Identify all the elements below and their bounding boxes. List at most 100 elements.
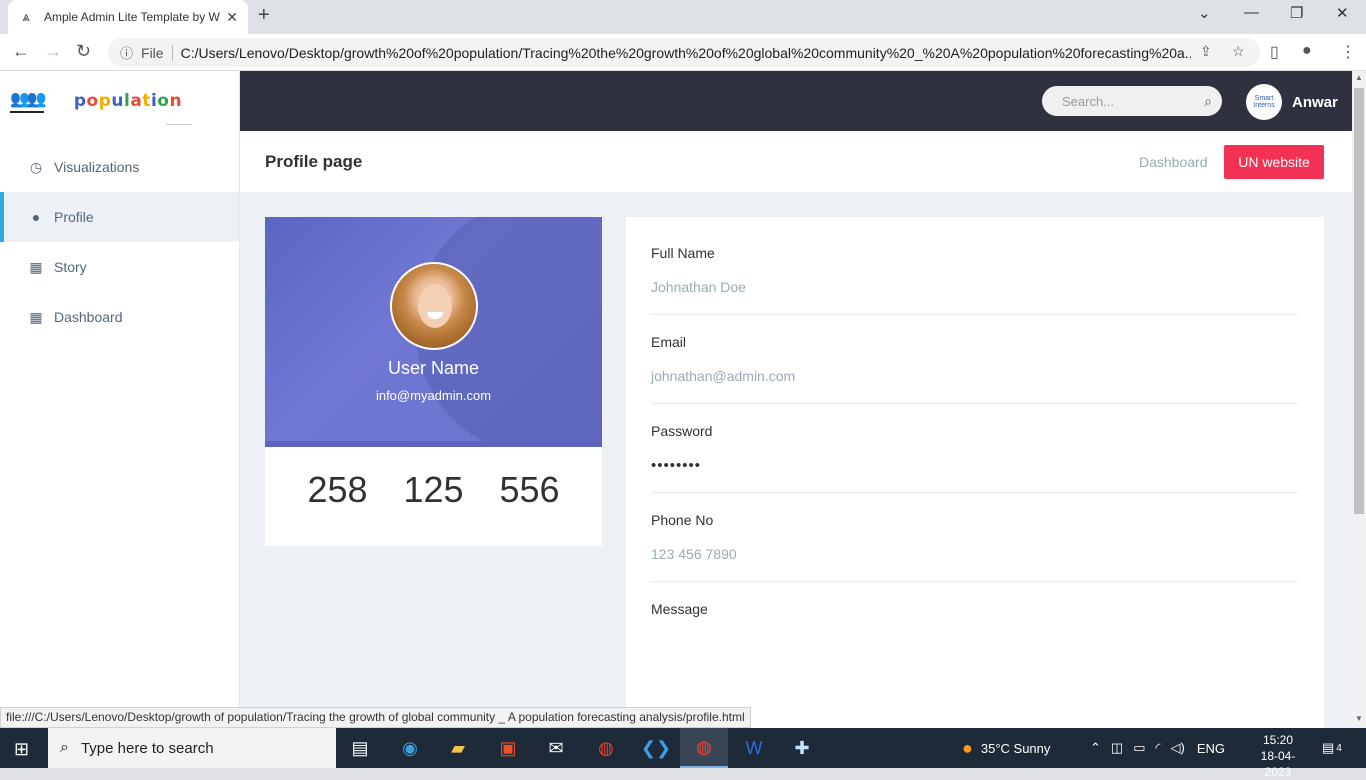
file-explorer-icon[interactable]: ▰: [434, 728, 482, 768]
scrollbar-thumb[interactable]: [1354, 88, 1364, 514]
minimize-icon[interactable]: —: [1244, 4, 1259, 21]
network-icon[interactable]: ◫: [1111, 740, 1123, 756]
phone-input[interactable]: 123 456 7890: [651, 546, 1299, 582]
phone-field: Phone No 123 456 7890: [651, 512, 1299, 582]
user-icon: ●: [31, 209, 41, 225]
vscode-icon[interactable]: ❮❯: [632, 728, 680, 768]
mail-icon[interactable]: ✉: [532, 728, 580, 768]
weather-text: 35°C Sunny: [980, 740, 1051, 756]
sidebar-item-label: Profile: [54, 209, 94, 225]
taskbar-search[interactable]: ⌕ Type here to search: [48, 728, 336, 768]
brand-logo-text: population: [73, 91, 183, 111]
un-website-button[interactable]: UN website: [1224, 145, 1324, 179]
field-label: Password: [651, 423, 713, 439]
sidebar-item-dashboard[interactable]: ▦ Dashboard: [0, 292, 239, 342]
page-scrollbar[interactable]: ▲ ▼: [1352, 71, 1366, 728]
info-icon[interactable]: ⓘ: [120, 43, 133, 62]
battery-icon[interactable]: ▭: [1133, 740, 1145, 756]
avatar: Smart Interns: [1246, 84, 1282, 120]
notification-icon: ▤: [1322, 740, 1335, 755]
sidebar: 👥👥 population ◷ Visualizations ● Profile…: [0, 71, 240, 728]
scroll-down-icon[interactable]: ▼: [1355, 714, 1363, 723]
browser-toolbar: ← → ↻ ⓘ File C:/Users/Lenovo/Desktop/gro…: [0, 34, 1366, 71]
new-tab-icon[interactable]: +: [258, 4, 270, 27]
notification-center[interactable]: ▤ 4: [1322, 728, 1342, 768]
task-view-icon[interactable]: ▤: [336, 728, 384, 768]
page-favicon-icon: ⩓: [22, 9, 30, 24]
close-window-icon[interactable]: ✕: [1336, 4, 1349, 22]
address-bar[interactable]: ⓘ File C:/Users/Lenovo/Desktop/growth%20…: [108, 38, 1260, 67]
sidebar-item-story[interactable]: ▦ Story: [0, 242, 239, 292]
browser-tab[interactable]: ⩓ Ample Admin Lite Template by W ✕: [8, 0, 248, 34]
back-icon[interactable]: ←: [12, 41, 30, 62]
field-label: Message: [651, 601, 708, 617]
taskbar-search-placeholder: Type here to search: [80, 739, 214, 757]
side-panel-icon[interactable]: ▯: [1270, 42, 1279, 62]
search-icon: ⌕: [60, 739, 69, 756]
profile-banner: User Name info@myadmin.com: [265, 217, 602, 447]
brand-underline: [166, 124, 192, 125]
share-icon[interactable]: ⇪: [1200, 43, 1212, 60]
store-icon[interactable]: ▣: [484, 728, 532, 768]
stat-value: 125: [403, 469, 464, 510]
tab-strip: ⩓ Ample Admin Lite Template by W ✕ + ⌄ —…: [0, 0, 1366, 34]
field-label: Full Name: [651, 245, 715, 261]
bookmark-star-icon[interactable]: ☆: [1232, 43, 1245, 60]
chrome-icon[interactable]: ◍: [582, 728, 630, 768]
scroll-up-icon[interactable]: ▲: [1355, 73, 1363, 82]
password-field: Password ••••••••: [651, 423, 1299, 493]
field-label: Phone No: [651, 512, 714, 528]
full-name-field: Full Name Johnathan Doe: [651, 245, 1299, 315]
profile-card: User Name info@myadmin.com 258 125 556: [265, 217, 602, 546]
full-name-input[interactable]: Johnathan Doe: [651, 279, 1299, 315]
sidebar-item-label: Story: [54, 259, 87, 275]
top-navbar: Search... ⌕ Smart Interns Anwar: [240, 71, 1352, 131]
menu-icon[interactable]: ⋮: [1340, 42, 1356, 62]
clock-icon: ◷: [29, 158, 43, 175]
sidebar-item-label: Dashboard: [54, 309, 123, 325]
search-icon[interactable]: ⌕: [1204, 93, 1212, 110]
sidebar-nav: ◷ Visualizations ● Profile ▦ Story ▦ Das…: [0, 142, 239, 342]
snip-tool-icon[interactable]: ✚: [778, 728, 826, 768]
email-field: Email johnathan@admin.com: [651, 334, 1299, 404]
sidebar-item-visualizations[interactable]: ◷ Visualizations: [0, 142, 239, 192]
url-text[interactable]: C:/Users/Lenovo/Desktop/growth%20of%20po…: [181, 45, 1191, 61]
forward-icon[interactable]: →: [44, 41, 62, 62]
system-tray[interactable]: ⌃ ◫ ▭ ◜ ◁) ENG: [1090, 728, 1225, 768]
chrome-active-icon[interactable]: ◍: [680, 728, 728, 768]
close-tab-icon[interactable]: ✕: [226, 9, 238, 26]
reload-icon[interactable]: ↻: [76, 41, 91, 62]
profile-form: Full Name Johnathan Doe Email johnathan@…: [626, 217, 1324, 728]
sidebar-item-profile[interactable]: ● Profile: [0, 192, 239, 242]
banner-bottom-bar: [265, 441, 602, 447]
word-icon[interactable]: W: [730, 728, 778, 768]
user-name: Anwar: [1292, 93, 1338, 111]
email-input[interactable]: johnathan@admin.com: [651, 368, 1299, 404]
table-icon: ▦: [29, 258, 43, 275]
weather-widget[interactable]: ● 35°C Sunny: [962, 728, 1050, 768]
profile-photo: [390, 262, 478, 350]
tab-title: Ample Admin Lite Template by W: [44, 10, 220, 24]
profile-icon[interactable]: ●: [1302, 42, 1312, 60]
file-label: File: [141, 44, 173, 61]
page-header: Profile page Dashboard UN website: [240, 131, 1352, 192]
people-logo-icon: 👥👥: [10, 89, 47, 113]
page-title: Profile page: [265, 152, 363, 171]
chevron-up-icon[interactable]: ⌃: [1090, 740, 1101, 756]
clock[interactable]: 15:20 18-04-2023: [1248, 732, 1308, 780]
volume-icon[interactable]: ◁): [1171, 740, 1185, 756]
windows-start-icon[interactable]: ⊞: [14, 739, 29, 760]
table-icon: ▦: [29, 308, 43, 325]
breadcrumb[interactable]: Dashboard: [1139, 154, 1208, 170]
maximize-icon[interactable]: ❐: [1290, 4, 1303, 22]
stat-value: 556: [499, 469, 560, 510]
brand[interactable]: 👥👥 population: [0, 71, 239, 131]
password-input[interactable]: ••••••••: [651, 457, 1299, 493]
edge-icon[interactable]: ◉: [386, 728, 434, 768]
language-indicator[interactable]: ENG: [1197, 741, 1225, 756]
search-input[interactable]: Search... ⌕: [1042, 86, 1222, 116]
user-menu[interactable]: Smart Interns Anwar: [1246, 84, 1338, 120]
taskbar: ⊞ ⌕ Type here to search ▤ ◉ ▰ ▣ ✉ ◍ ❮❯ ◍…: [0, 728, 1366, 779]
tab-search-icon[interactable]: ⌄: [1198, 4, 1211, 22]
wifi-icon[interactable]: ◜: [1156, 740, 1161, 756]
